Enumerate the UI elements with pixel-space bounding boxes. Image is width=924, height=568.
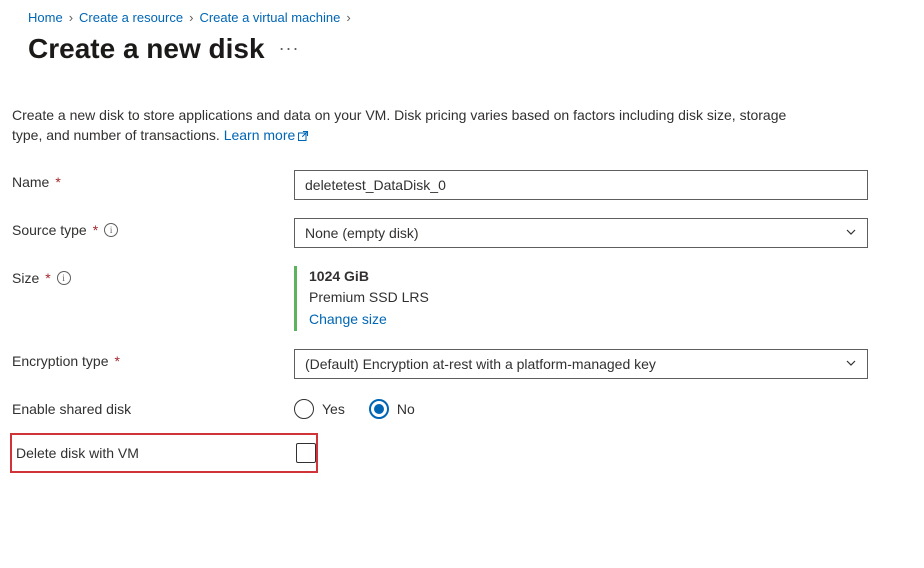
name-row: Name * <box>10 170 914 200</box>
enable-shared-disk-row: Enable shared disk Yes No <box>10 397 914 419</box>
chevron-down-icon <box>845 356 857 372</box>
required-marker: * <box>115 353 120 369</box>
enable-shared-disk-label: Enable shared disk <box>12 397 294 417</box>
info-icon[interactable]: i <box>57 271 71 285</box>
chevron-down-icon <box>845 225 857 241</box>
chevron-right-icon: › <box>189 10 193 25</box>
delete-disk-with-vm-checkbox[interactable] <box>296 443 316 463</box>
delete-disk-with-vm-row: Delete disk with VM <box>10 433 318 473</box>
name-input[interactable] <box>294 170 868 200</box>
enable-shared-disk-yes[interactable]: Yes <box>294 399 345 419</box>
encryption-type-value: (Default) Encryption at-rest with a plat… <box>305 356 656 372</box>
chevron-right-icon: › <box>69 10 73 25</box>
encryption-type-row: Encryption type * (Default) Encryption a… <box>10 349 914 379</box>
encryption-type-label: Encryption type * <box>12 349 294 369</box>
enable-shared-disk-no[interactable]: No <box>369 399 415 419</box>
delete-disk-with-vm-label: Delete disk with VM <box>14 445 296 461</box>
size-block: 1024 GiB Premium SSD LRS Change size <box>294 266 868 331</box>
radio-yes-label: Yes <box>322 401 345 417</box>
name-label: Name * <box>12 170 294 190</box>
breadcrumb-create-vm[interactable]: Create a virtual machine <box>199 10 340 25</box>
encryption-type-select[interactable]: (Default) Encryption at-rest with a plat… <box>294 349 868 379</box>
required-marker: * <box>45 270 50 286</box>
page-title-row: Create a new disk ··· <box>10 33 914 65</box>
learn-more-link[interactable]: Learn more <box>224 127 310 143</box>
change-size-link[interactable]: Change size <box>309 311 387 327</box>
chevron-right-icon: › <box>346 10 350 25</box>
breadcrumb-home[interactable]: Home <box>28 10 63 25</box>
external-link-icon <box>297 127 309 147</box>
breadcrumb: Home › Create a resource › Create a virt… <box>10 10 914 25</box>
required-marker: * <box>93 222 98 238</box>
info-icon[interactable]: i <box>104 223 118 237</box>
required-marker: * <box>55 174 60 190</box>
size-value: 1024 GiB <box>309 266 868 288</box>
radio-no-label: No <box>397 401 415 417</box>
source-type-label: Source type * i <box>12 218 294 238</box>
source-type-value: None (empty disk) <box>305 225 419 241</box>
enable-shared-disk-radio-group: Yes No <box>294 397 868 419</box>
size-type: Premium SSD LRS <box>309 287 868 309</box>
page-title: Create a new disk <box>28 33 265 65</box>
source-type-select[interactable]: None (empty disk) <box>294 218 868 248</box>
breadcrumb-create-resource[interactable]: Create a resource <box>79 10 183 25</box>
size-row: Size * i 1024 GiB Premium SSD LRS Change… <box>10 266 914 331</box>
intro-text: Create a new disk to store applications … <box>10 105 790 148</box>
radio-unchecked-icon <box>294 399 314 419</box>
size-label: Size * i <box>12 266 294 286</box>
radio-checked-icon <box>369 399 389 419</box>
more-options-button[interactable]: ··· <box>279 38 300 61</box>
intro-body: Create a new disk to store applications … <box>12 107 786 143</box>
source-type-row: Source type * i None (empty disk) <box>10 218 914 248</box>
